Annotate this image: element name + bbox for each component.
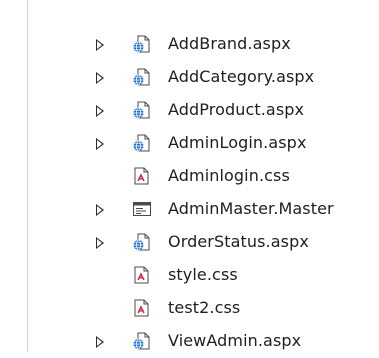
tree-item-label: ViewCart.aspx: [168, 0, 284, 2]
aspx-page-icon: [132, 34, 152, 54]
tree-item-adminlogin-aspx[interactable]: AdminLogin.aspx: [0, 127, 379, 160]
css-file-icon: [132, 298, 152, 318]
solution-explorer-tree: ViewCart.aspx AddBrand.aspx AddCategory.as…: [0, 0, 379, 352]
tree-item-test2-css[interactable]: test2.css: [0, 292, 379, 325]
tree-item-label: AddCategory.aspx: [168, 67, 315, 86]
tree-item-adminmaster-master[interactable]: AdminMaster.Master: [0, 193, 379, 226]
tree-item-label: test2.css: [168, 298, 241, 317]
master-page-icon: [132, 199, 152, 219]
tree-item-viewcart-aspx[interactable]: ViewCart.aspx: [0, 0, 379, 14]
aspx-page-icon: [132, 67, 152, 87]
aspx-page-icon: [132, 232, 152, 252]
tree-item-label: ViewAdmin.aspx: [168, 331, 302, 350]
tree-item-addbrand-aspx[interactable]: AddBrand.aspx: [0, 28, 379, 61]
css-file-icon: [132, 166, 152, 186]
tree-item-label: AddBrand.aspx: [168, 34, 291, 53]
expand-arrow-icon[interactable]: [96, 39, 104, 51]
tree-item-label: OrderStatus.aspx: [168, 232, 309, 251]
tree-item-label: style.css: [168, 265, 238, 284]
tree-item-label: AddProduct.aspx: [168, 100, 305, 119]
tree-item-addcategory-aspx[interactable]: AddCategory.aspx: [0, 61, 379, 94]
aspx-page-icon: [132, 100, 152, 120]
tree-item-orderstatus-aspx[interactable]: OrderStatus.aspx: [0, 226, 379, 259]
expand-arrow-icon[interactable]: [96, 336, 104, 348]
css-file-icon: [132, 265, 152, 285]
expand-arrow-icon[interactable]: [96, 138, 104, 150]
tree-item-viewadmin-aspx[interactable]: ViewAdmin.aspx: [0, 325, 379, 358]
tree-item-label: AdminLogin.aspx: [168, 133, 307, 152]
expand-arrow-icon[interactable]: [96, 105, 104, 117]
expand-arrow-icon[interactable]: [96, 204, 104, 216]
aspx-page-icon: [132, 331, 152, 351]
tree-item-style-css[interactable]: style.css: [0, 259, 379, 292]
tree-item-adminlogin-css[interactable]: Adminlogin.css: [0, 160, 379, 193]
tree-item-label: AdminMaster.Master: [168, 199, 334, 218]
tree-item-addproduct-aspx[interactable]: AddProduct.aspx: [0, 94, 379, 127]
expand-arrow-icon[interactable]: [96, 237, 104, 249]
expand-arrow-icon[interactable]: [96, 72, 104, 84]
tree-item-label: Adminlogin.css: [168, 166, 290, 185]
aspx-page-icon: [132, 133, 152, 153]
